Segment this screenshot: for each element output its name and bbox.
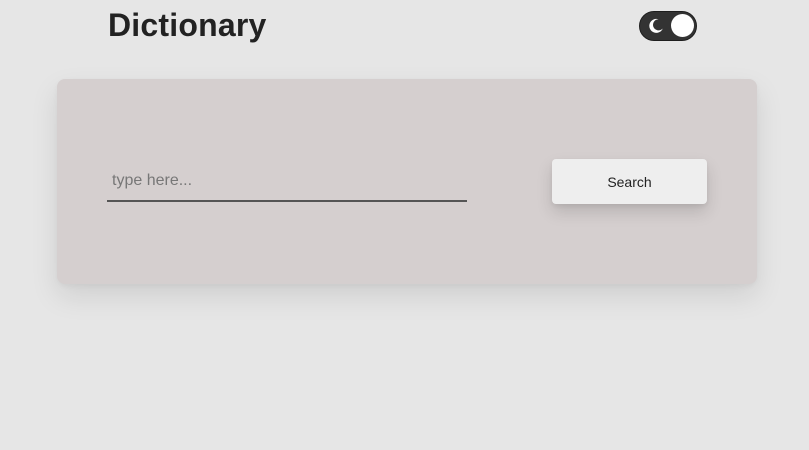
- dictionary-page: Dictionary Search: [0, 0, 809, 450]
- theme-toggle[interactable]: [639, 11, 697, 41]
- search-button[interactable]: Search: [552, 159, 707, 204]
- toggle-knob: [671, 14, 694, 37]
- page-title: Dictionary: [108, 7, 267, 43]
- moon-icon: [649, 18, 663, 33]
- search-card: Search: [57, 79, 757, 284]
- search-input[interactable]: [107, 162, 467, 202]
